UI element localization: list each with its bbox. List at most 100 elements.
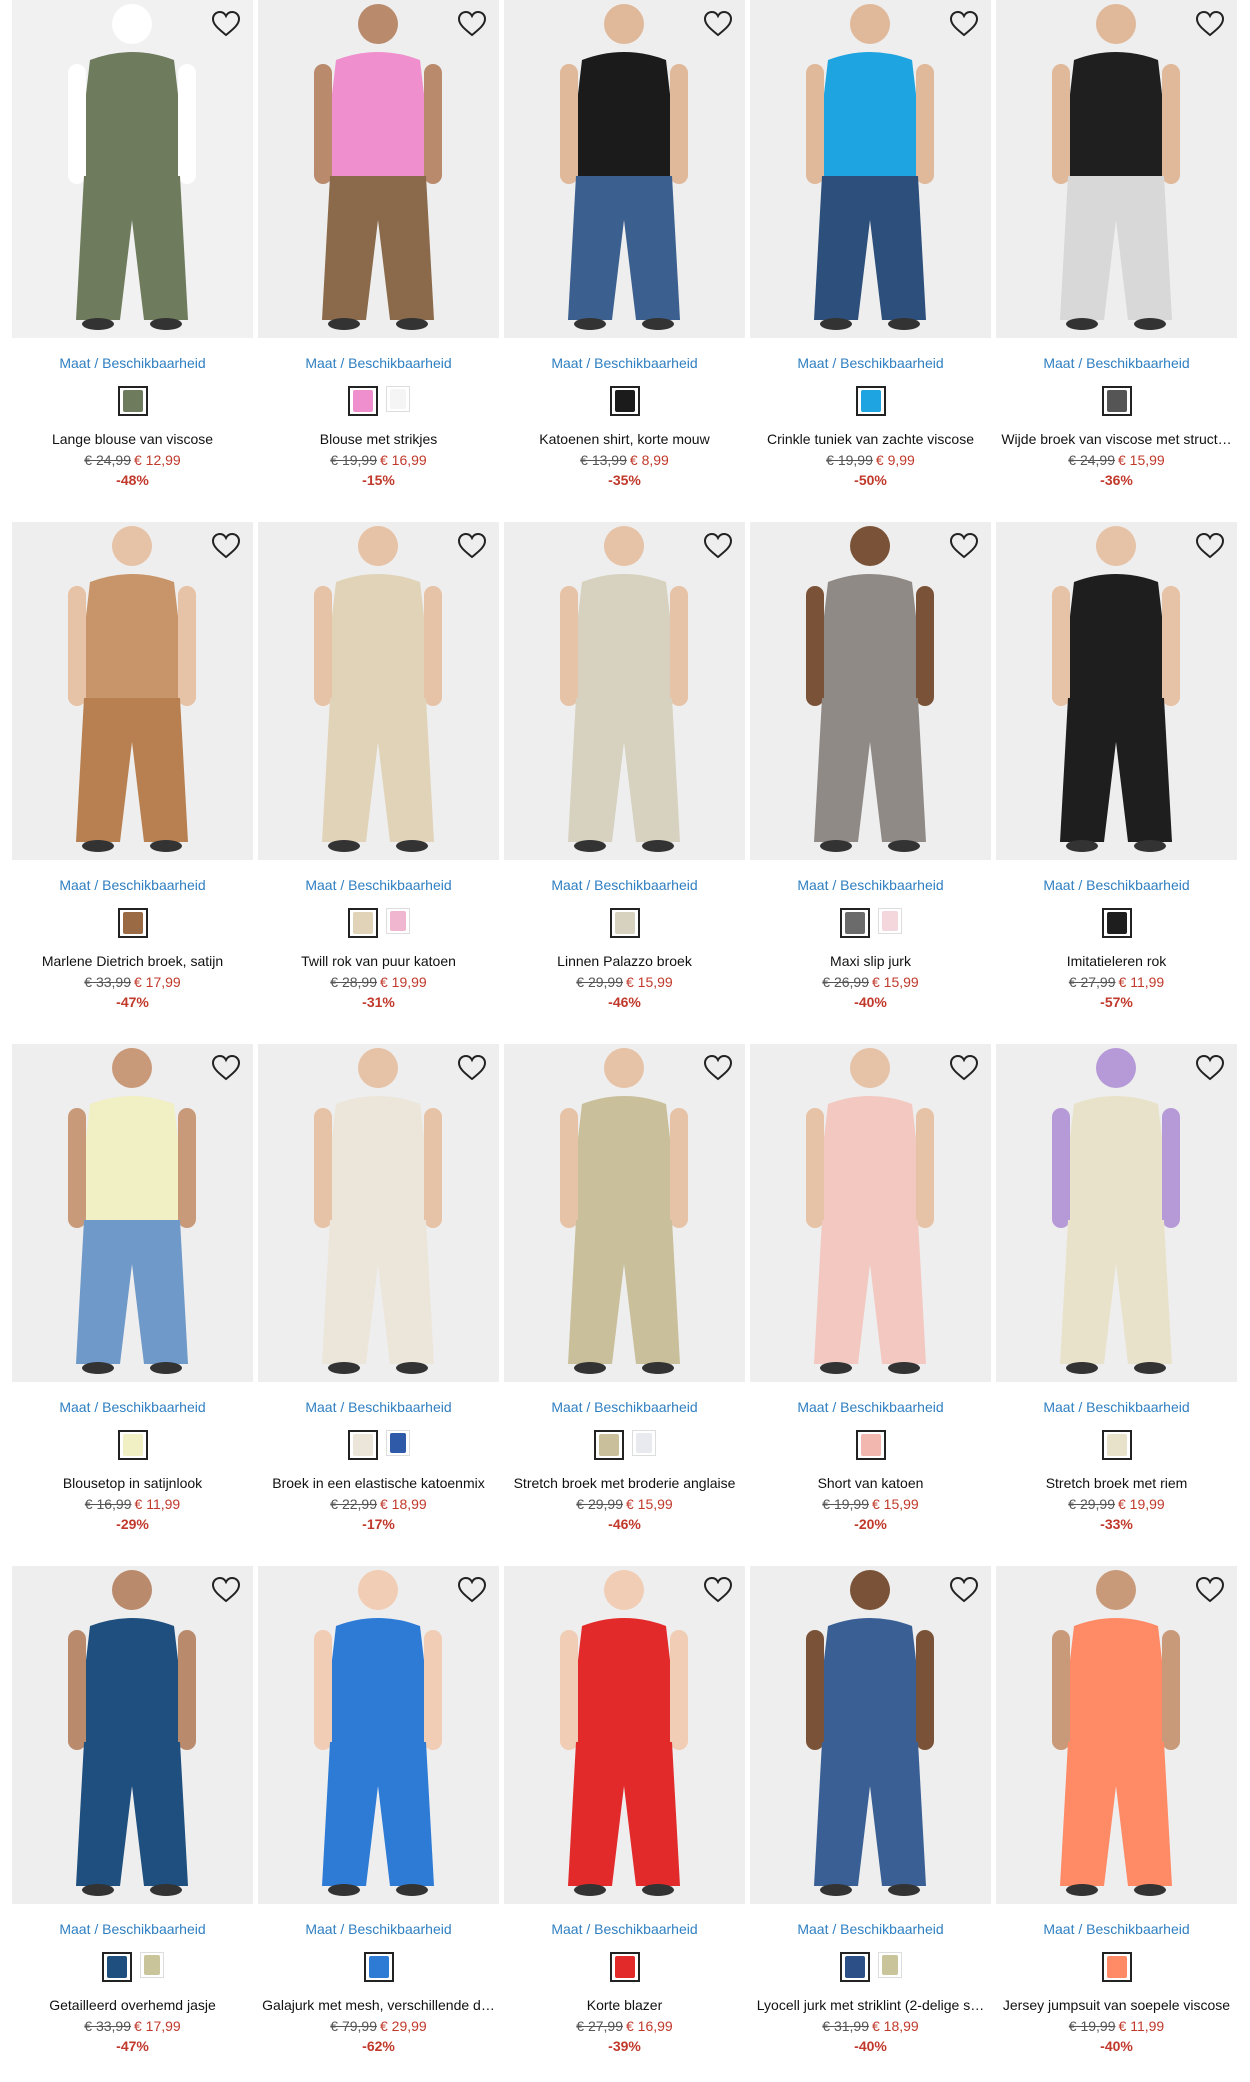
wishlist-heart-icon[interactable]	[211, 1576, 241, 1604]
product-photo[interactable]	[258, 1044, 499, 1382]
product-card[interactable]: Maat / Beschikbaarheid Katoenen shirt, k…	[504, 0, 745, 488]
product-card[interactable]: Maat / Beschikbaarheid Jersey jumpsuit v…	[996, 1566, 1237, 2054]
color-swatch[interactable]	[117, 386, 148, 416]
wishlist-heart-icon[interactable]	[949, 1054, 979, 1082]
product-title[interactable]: Broek in een elastische katoenmix	[258, 1474, 499, 1492]
size-availability-link[interactable]: Maat / Beschikbaarheid	[996, 1398, 1237, 1416]
color-swatch[interactable]	[1101, 908, 1132, 938]
product-title[interactable]: Twill rok van puur katoen	[258, 952, 499, 970]
wishlist-heart-icon[interactable]	[211, 1054, 241, 1082]
size-availability-link[interactable]: Maat / Beschikbaarheid	[258, 1920, 499, 1938]
product-photo[interactable]	[996, 1044, 1237, 1382]
size-availability-link[interactable]: Maat / Beschikbaarheid	[258, 1398, 499, 1416]
color-swatch[interactable]	[1101, 386, 1132, 416]
product-title[interactable]: Short van katoen	[750, 1474, 991, 1492]
size-availability-link[interactable]: Maat / Beschikbaarheid	[750, 1398, 991, 1416]
size-availability-link[interactable]: Maat / Beschikbaarheid	[12, 1920, 253, 1938]
product-title[interactable]: Blouse met strikjes	[258, 430, 499, 448]
product-photo[interactable]	[750, 1044, 991, 1382]
color-swatch[interactable]	[839, 1952, 870, 1982]
wishlist-heart-icon[interactable]	[949, 532, 979, 560]
product-photo[interactable]	[504, 522, 745, 860]
product-title[interactable]: Marlene Dietrich broek, satijn	[12, 952, 253, 970]
size-availability-link[interactable]: Maat / Beschikbaarheid	[12, 876, 253, 894]
product-card[interactable]: Maat / Beschikbaarheid Wijde broek van v…	[996, 0, 1237, 488]
color-swatch[interactable]	[363, 1952, 394, 1982]
size-availability-link[interactable]: Maat / Beschikbaarheid	[12, 1398, 253, 1416]
product-photo[interactable]	[12, 1044, 253, 1382]
color-swatch[interactable]	[139, 1952, 164, 1978]
product-title[interactable]: Lyocell jurk met striklint (2-delige s…	[750, 1996, 991, 2014]
color-swatch[interactable]	[1101, 1430, 1132, 1460]
color-swatch[interactable]	[609, 908, 640, 938]
product-photo[interactable]	[12, 522, 253, 860]
product-title[interactable]: Lange blouse van viscose	[12, 430, 253, 448]
size-availability-link[interactable]: Maat / Beschikbaarheid	[504, 354, 745, 372]
product-card[interactable]: Maat / Beschikbaarheid Blouse met strikj…	[258, 0, 499, 488]
product-title[interactable]: Stretch broek met broderie anglaise	[504, 1474, 745, 1492]
color-swatch[interactable]	[1101, 1952, 1132, 1982]
product-card[interactable]: Maat / Beschikbaarheid Stretch broek met…	[996, 1044, 1237, 1532]
product-title[interactable]: Katoenen shirt, korte mouw	[504, 430, 745, 448]
product-card[interactable]: Maat / Beschikbaarheid Broek in een elas…	[258, 1044, 499, 1532]
color-swatch[interactable]	[347, 908, 378, 938]
product-title[interactable]: Imitatieleren rok	[996, 952, 1237, 970]
product-card[interactable]: Maat / Beschikbaarheid Imitatieleren rok…	[996, 522, 1237, 1010]
wishlist-heart-icon[interactable]	[703, 1576, 733, 1604]
size-availability-link[interactable]: Maat / Beschikbaarheid	[504, 1398, 745, 1416]
product-photo[interactable]	[12, 1566, 253, 1904]
product-photo[interactable]	[996, 1566, 1237, 1904]
product-card[interactable]: Maat / Beschikbaarheid Crinkle tuniek va…	[750, 0, 991, 488]
product-card[interactable]: Maat / Beschikbaarheid Galajurk met mesh…	[258, 1566, 499, 2054]
wishlist-heart-icon[interactable]	[1195, 532, 1225, 560]
product-photo[interactable]	[504, 1044, 745, 1382]
wishlist-heart-icon[interactable]	[703, 532, 733, 560]
product-title[interactable]: Wijde broek van viscose met struct…	[996, 430, 1237, 448]
wishlist-heart-icon[interactable]	[457, 1054, 487, 1082]
product-photo[interactable]	[258, 0, 499, 338]
wishlist-heart-icon[interactable]	[703, 1054, 733, 1082]
color-swatch[interactable]	[101, 1952, 132, 1982]
color-swatch[interactable]	[385, 386, 410, 412]
wishlist-heart-icon[interactable]	[457, 1576, 487, 1604]
product-card[interactable]: Maat / Beschikbaarheid Twill rok van puu…	[258, 522, 499, 1010]
product-card[interactable]: Maat / Beschikbaarheid Blousetop in sati…	[12, 1044, 253, 1532]
size-availability-link[interactable]: Maat / Beschikbaarheid	[504, 1920, 745, 1938]
size-availability-link[interactable]: Maat / Beschikbaarheid	[750, 876, 991, 894]
color-swatch[interactable]	[117, 1430, 148, 1460]
product-photo[interactable]	[996, 522, 1237, 860]
product-card[interactable]: Maat / Beschikbaarheid Lyocell jurk met …	[750, 1566, 991, 2054]
product-card[interactable]: Maat / Beschikbaarheid Short van katoen …	[750, 1044, 991, 1532]
product-title[interactable]: Blousetop in satijnlook	[12, 1474, 253, 1492]
color-swatch[interactable]	[609, 386, 640, 416]
wishlist-heart-icon[interactable]	[457, 532, 487, 560]
product-photo[interactable]	[258, 522, 499, 860]
product-card[interactable]: Maat / Beschikbaarheid Getailleerd overh…	[12, 1566, 253, 2054]
wishlist-heart-icon[interactable]	[1195, 10, 1225, 38]
wishlist-heart-icon[interactable]	[1195, 1054, 1225, 1082]
product-card[interactable]: Maat / Beschikbaarheid Linnen Palazzo br…	[504, 522, 745, 1010]
wishlist-heart-icon[interactable]	[949, 1576, 979, 1604]
product-photo[interactable]	[750, 1566, 991, 1904]
color-swatch[interactable]	[631, 1430, 656, 1456]
product-card[interactable]: Maat / Beschikbaarheid Marlene Dietrich …	[12, 522, 253, 1010]
product-card[interactable]: Maat / Beschikbaarheid Lange blouse van …	[12, 0, 253, 488]
color-swatch[interactable]	[385, 908, 410, 934]
product-photo[interactable]	[504, 0, 745, 338]
size-availability-link[interactable]: Maat / Beschikbaarheid	[258, 354, 499, 372]
product-photo[interactable]	[504, 1566, 745, 1904]
size-availability-link[interactable]: Maat / Beschikbaarheid	[996, 876, 1237, 894]
product-card[interactable]: Maat / Beschikbaarheid Korte blazer € 27…	[504, 1566, 745, 2054]
wishlist-heart-icon[interactable]	[949, 10, 979, 38]
color-swatch[interactable]	[347, 386, 378, 416]
color-swatch[interactable]	[385, 1430, 410, 1456]
size-availability-link[interactable]: Maat / Beschikbaarheid	[12, 354, 253, 372]
wishlist-heart-icon[interactable]	[703, 10, 733, 38]
product-title[interactable]: Crinkle tuniek van zachte viscose	[750, 430, 991, 448]
color-swatch[interactable]	[877, 908, 902, 934]
color-swatch[interactable]	[117, 908, 148, 938]
size-availability-link[interactable]: Maat / Beschikbaarheid	[996, 1920, 1237, 1938]
product-title[interactable]: Getailleerd overhemd jasje	[12, 1996, 253, 2014]
color-swatch[interactable]	[855, 386, 886, 416]
product-title[interactable]: Maxi slip jurk	[750, 952, 991, 970]
